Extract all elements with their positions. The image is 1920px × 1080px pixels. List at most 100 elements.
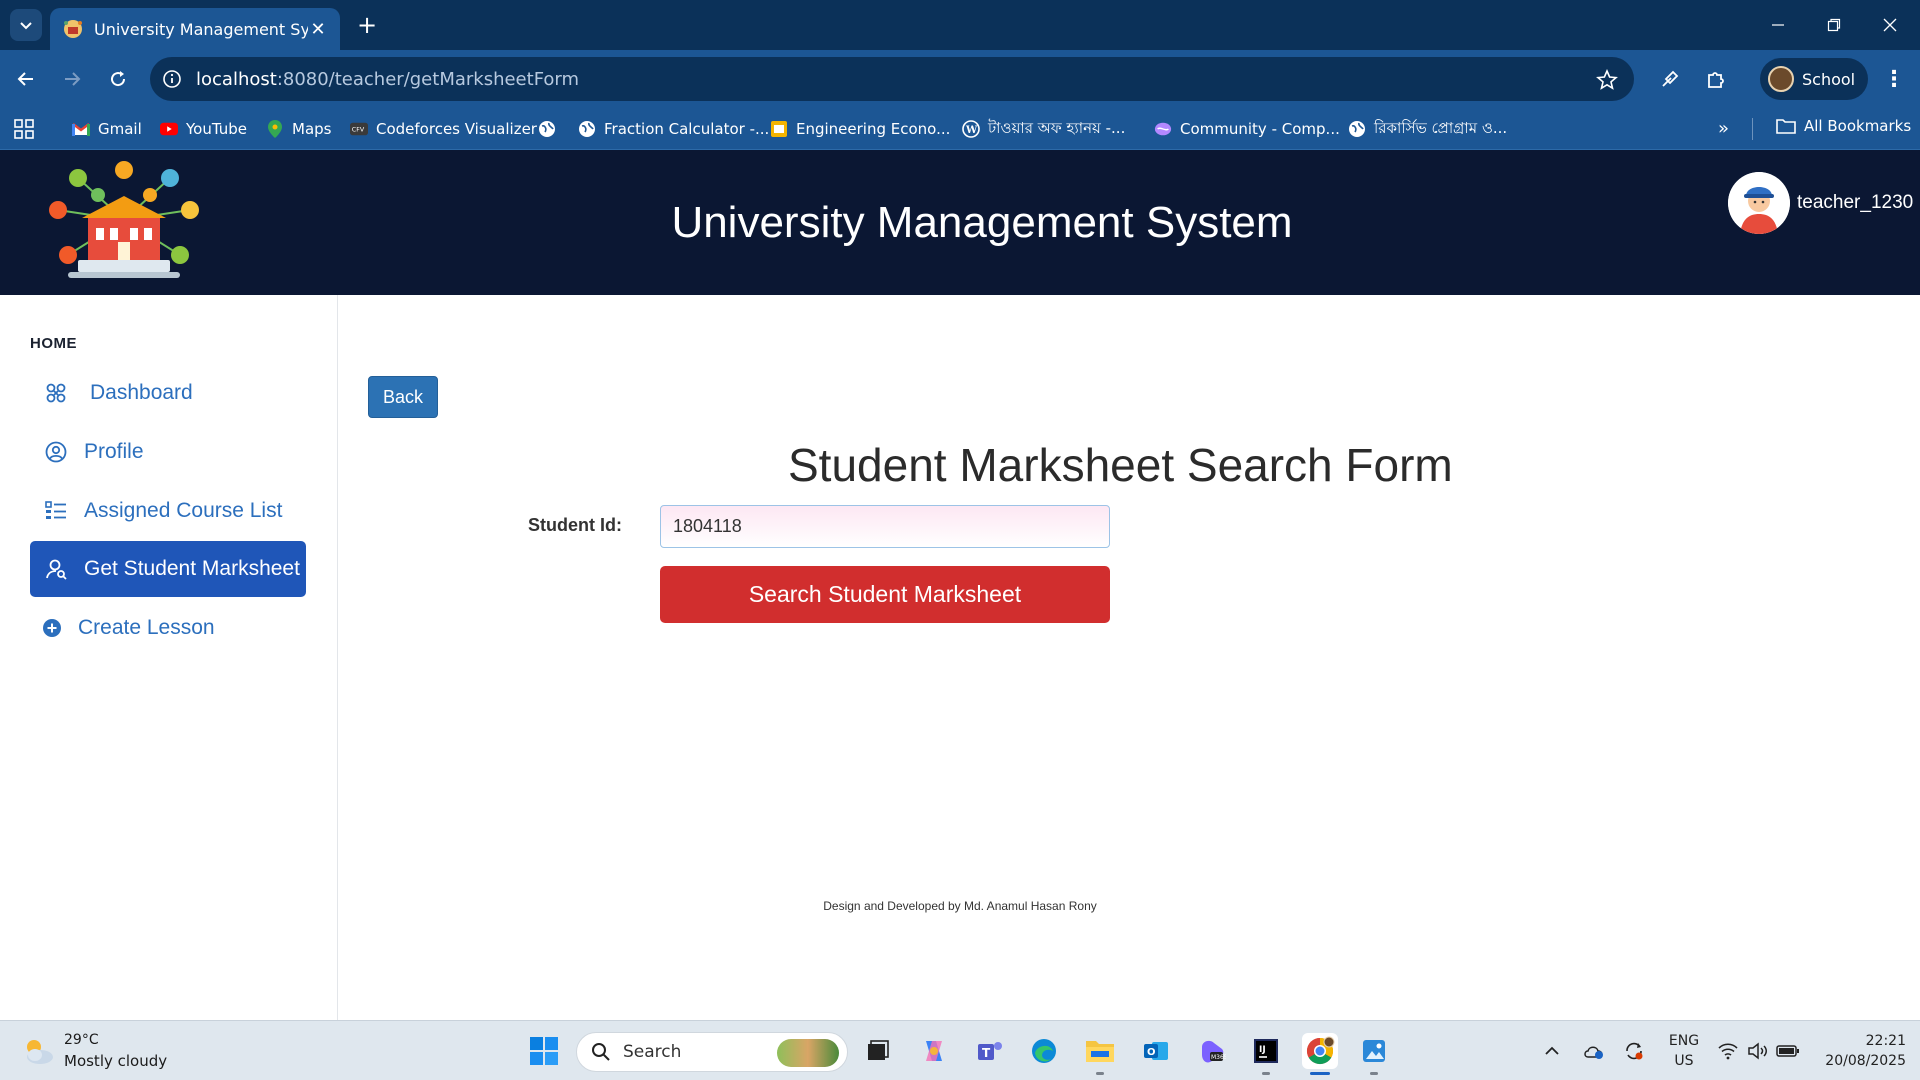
bookmark-star-icon[interactable] — [1596, 69, 1618, 91]
user-name[interactable]: teacher_1230 — [1797, 192, 1913, 214]
sidebar-item-label: Dashboard — [90, 381, 193, 404]
footer-credit: Design and Developed by Md. Anamul Hasan… — [823, 899, 1097, 913]
sidebar-item-dashboard[interactable]: Dashboard — [30, 365, 306, 421]
browser-tab-strip: University Management System ✕ + — [0, 0, 1920, 50]
arrow-left-icon — [17, 72, 33, 86]
user-search-icon — [44, 557, 68, 581]
onedrive-cloud-icon[interactable] — [1582, 1039, 1606, 1063]
search-icon — [592, 1043, 610, 1061]
app-title: University Management System — [671, 198, 1293, 247]
windows-start-icon[interactable] — [526, 1033, 562, 1069]
teams-icon[interactable]: T — [972, 1033, 1008, 1069]
minimize-button[interactable] — [1750, 0, 1806, 50]
sidebar-item-label: Get Student Marksheet — [84, 557, 300, 580]
volume-icon[interactable] — [1746, 1039, 1770, 1063]
back-nav-button[interactable] — [10, 63, 42, 95]
chevron-down-icon — [20, 22, 32, 30]
all-bookmarks-button[interactable]: All Bookmarks — [1776, 117, 1911, 135]
profile-name: School — [1802, 69, 1856, 89]
task-view-icon[interactable] — [860, 1033, 896, 1069]
system-clock[interactable]: 22:21 20/08/2025 — [1810, 1031, 1906, 1071]
edge-browser-icon[interactable] — [1026, 1033, 1062, 1069]
youtube-icon — [160, 120, 178, 138]
svg-text:T: T — [982, 1046, 991, 1060]
extensions-puzzle-icon[interactable] — [1702, 65, 1730, 93]
svg-text:M365: M365 — [1211, 1054, 1226, 1061]
svg-text:W: W — [965, 125, 978, 136]
tab-title: University Management System — [94, 19, 308, 39]
bookmarks-bar: Gmail YouTube Maps CFV Codeforces Visual… — [0, 108, 1920, 150]
battery-icon[interactable] — [1776, 1039, 1800, 1063]
copilot-icon[interactable] — [916, 1033, 952, 1069]
eyedropper-icon[interactable] — [1656, 65, 1684, 93]
svg-text:CFV: CFV — [352, 127, 365, 134]
active-tab[interactable]: University Management System ✕ — [50, 8, 340, 50]
maps-icon — [266, 120, 284, 138]
profile-avatar — [1768, 66, 1794, 92]
search-marksheet-button[interactable]: Search Student Marksheet — [660, 566, 1110, 623]
cloudy-weather-icon[interactable] — [20, 1033, 56, 1069]
intellij-idea-icon[interactable]: IJ — [1248, 1033, 1284, 1075]
restore-button[interactable] — [1806, 0, 1862, 50]
bookmark-youtube[interactable]: YouTube — [160, 117, 247, 141]
site-info-icon[interactable] — [162, 69, 182, 89]
profile-icon — [44, 440, 68, 464]
bookmark-tower-of-hanoi[interactable]: W টাওয়ার অফ হ্যানয় -... — [962, 117, 1125, 141]
close-icon — [1883, 18, 1897, 32]
sidebar-item-assigned-course-list[interactable]: Assigned Course List — [30, 483, 306, 539]
bookmarks-divider — [1752, 118, 1753, 140]
student-id-input[interactable] — [660, 505, 1110, 548]
bookmark-codeforces-visualizer[interactable]: CFV Codeforces Visualizer — [350, 117, 537, 141]
globe-icon — [578, 120, 596, 138]
tab-close-icon[interactable]: ✕ — [308, 19, 328, 40]
user-avatar[interactable] — [1728, 172, 1790, 234]
globe-icon — [538, 120, 556, 138]
form-title: Student Marksheet Search Form — [788, 439, 1453, 491]
close-window-button[interactable] — [1862, 0, 1918, 50]
outlook-icon[interactable]: O — [1138, 1033, 1174, 1069]
bookmark-engineering-economics[interactable]: Engineering Econo... — [770, 117, 950, 141]
student-id-label: Student Id: — [528, 515, 622, 535]
forward-nav-button[interactable] — [56, 63, 88, 95]
browser-menu-icon[interactable]: ⋮ — [1880, 65, 1908, 93]
browser-profile-chip[interactable]: School — [1760, 58, 1868, 100]
sidebar-item-create-lesson[interactable]: Create Lesson — [30, 600, 306, 656]
reload-button[interactable] — [102, 63, 134, 95]
bookmark-gmail[interactable]: Gmail — [72, 117, 142, 141]
back-button[interactable]: Back — [368, 376, 438, 418]
apps-grid-icon[interactable] — [14, 119, 34, 139]
folder-icon — [1776, 119, 1796, 134]
community-icon — [1154, 120, 1172, 138]
photos-app-icon[interactable] — [1356, 1033, 1392, 1075]
app-header: University Management System teacher_123… — [0, 150, 1920, 295]
bookmark-fraction-calculator[interactable]: Fraction Calculator -... — [578, 117, 769, 141]
taskbar-search-box[interactable]: Search — [576, 1032, 848, 1072]
new-tab-button[interactable]: + — [352, 10, 382, 40]
browser-toolbar: localhost:8080/teacher/getMarksheetForm … — [0, 50, 1920, 108]
sync-icon[interactable] — [1622, 1039, 1646, 1063]
bookmark-globe[interactable] — [538, 117, 564, 141]
bookmark-community[interactable]: Community - Comp... — [1154, 117, 1340, 141]
microsoft-365-icon[interactable]: M365 — [1194, 1033, 1230, 1069]
svg-text:O: O — [1147, 1047, 1156, 1058]
dashboard-icon — [44, 381, 68, 405]
minimize-icon — [1772, 24, 1784, 26]
sidebar-item-profile[interactable]: Profile — [30, 424, 306, 480]
cfv-icon: CFV — [350, 120, 368, 138]
weather-description: Mostly cloudy — [64, 1052, 168, 1070]
more-bookmarks-chevron-icon[interactable]: » — [1718, 118, 1729, 139]
input-language-indicator[interactable]: ENG US — [1666, 1031, 1702, 1071]
address-bar[interactable]: localhost:8080/teacher/getMarksheetForm — [150, 57, 1634, 101]
sidebar-item-label: Create Lesson — [78, 616, 215, 639]
file-explorer-icon[interactable] — [1082, 1033, 1118, 1075]
bookmark-maps[interactable]: Maps — [266, 117, 331, 141]
bookmark-recursive-program[interactable]: রিকার্সিভ প্রোগ্রাম ও... — [1348, 117, 1507, 141]
wifi-icon[interactable] — [1716, 1039, 1740, 1063]
show-hidden-icons-chevron-icon[interactable] — [1540, 1039, 1564, 1063]
slides-icon — [770, 120, 788, 138]
chrome-browser-icon[interactable] — [1302, 1033, 1338, 1075]
sidebar-heading: HOME — [30, 335, 77, 352]
sidebar-item-get-student-marksheet[interactable]: Get Student Marksheet — [30, 541, 306, 597]
globe-icon — [1348, 120, 1366, 138]
tab-search-button[interactable] — [10, 9, 42, 41]
